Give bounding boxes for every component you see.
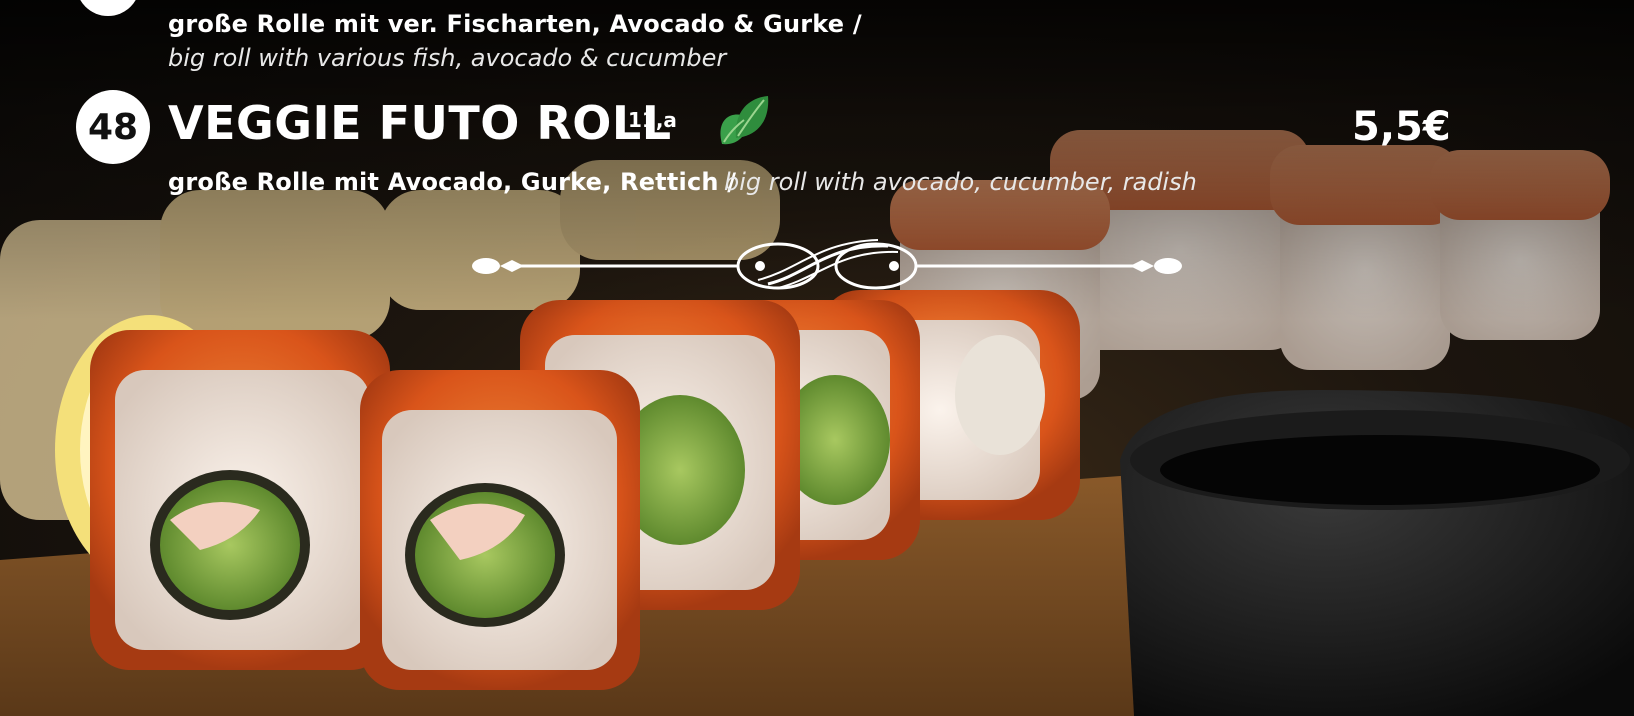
ornament-divider — [472, 239, 1182, 290]
item-description-de: große Rolle mit Avocado, Gurke, Rettich … — [168, 168, 737, 196]
item-price: 5,5€ — [1352, 104, 1451, 150]
item-description-de: große Rolle mit ver. Fischarten, Avocado… — [168, 10, 862, 38]
menu-panel: große Rolle mit ver. Fischarten, Avocado… — [0, 0, 1634, 716]
item-number-badge: 48 — [76, 90, 150, 164]
item-allergens: 11,a — [628, 108, 677, 132]
item-name: VEGGIE FUTO ROLL — [168, 96, 672, 150]
leaf-icon — [720, 96, 769, 145]
item-description-en: big roll with avocado, cucumber, radish — [724, 168, 1197, 196]
item-description-en: big roll with various fish, avocado & cu… — [168, 44, 727, 72]
